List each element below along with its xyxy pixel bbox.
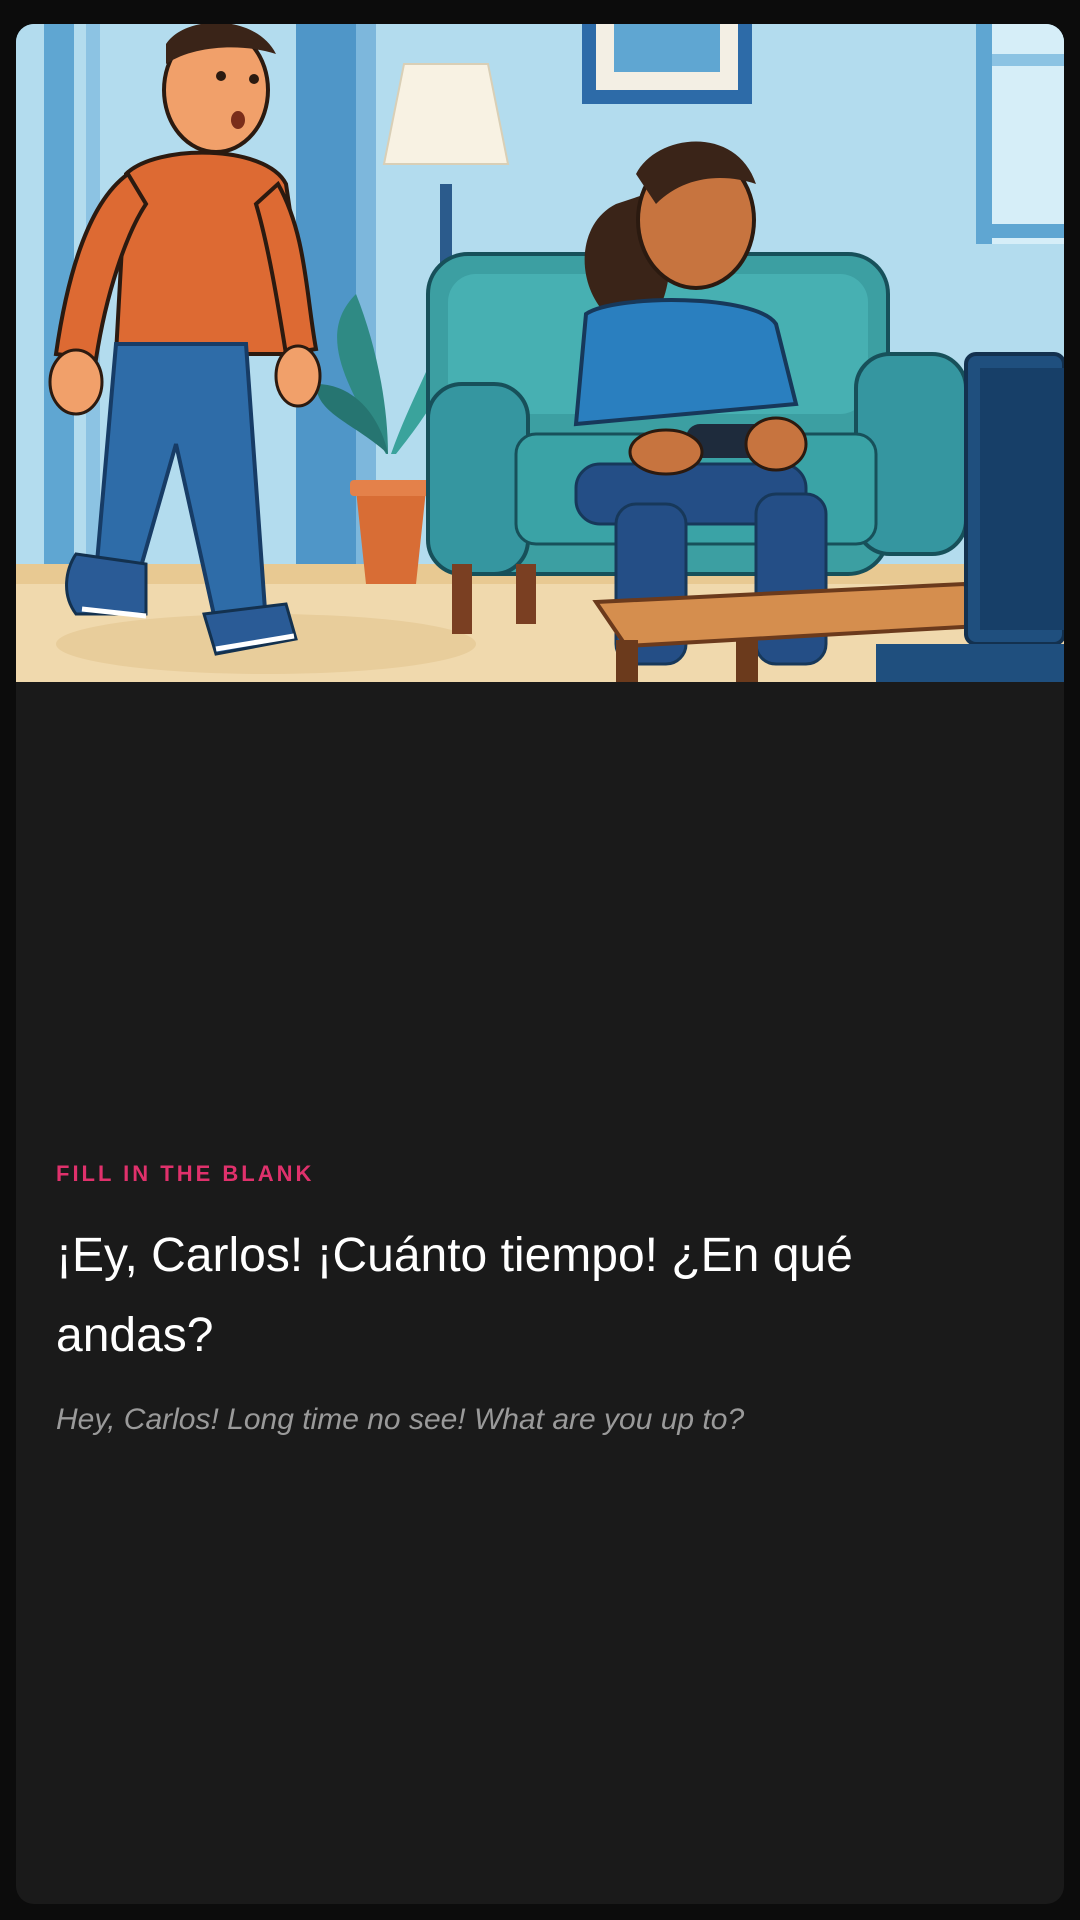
scene-illustration <box>16 24 1064 682</box>
exercise-content: FILL IN THE BLANK ¡Ey, Carlos! ¡Cuánto t… <box>56 1160 1016 1440</box>
exercise-sentence: ¡Ey, Carlos! ¡Cuánto tiempo! ¿En qué and… <box>56 1229 853 1362</box>
exercise-card: FILL IN THE BLANK ¡Ey, Carlos! ¡Cuánto t… <box>16 24 1064 1904</box>
exercise-translation: Hey, Carlos! Long time no see! What are … <box>56 1403 745 1436</box>
exercise-type-label: FILL IN THE BLANK <box>56 1161 315 1186</box>
